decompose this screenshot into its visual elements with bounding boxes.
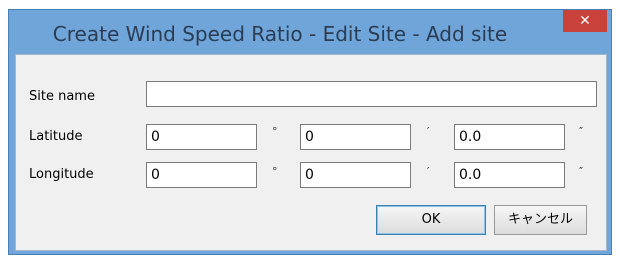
dialog-body: Site name Latitude 0 ° 0 ′ 0.0 ″ Longitu…	[15, 54, 607, 251]
window-title: Create Wind Speed Ratio - Edit Site - Ad…	[52, 22, 508, 46]
dialog-window: Create Wind Speed Ratio - Edit Site - Ad…	[8, 9, 612, 255]
latitude-minutes-input[interactable]: 0	[300, 124, 411, 150]
longitude-second-unit: ″	[579, 165, 584, 178]
close-icon: ✕	[579, 13, 591, 29]
cancel-button[interactable]: キャンセル	[494, 205, 587, 235]
site-name-label: Site name	[29, 89, 95, 104]
title-bar[interactable]: Create Wind Speed Ratio - Edit Site - Ad…	[9, 10, 611, 54]
latitude-label: Latitude	[29, 129, 83, 144]
longitude-minute-unit: ′	[427, 165, 430, 178]
latitude-seconds-input[interactable]: 0.0	[454, 124, 565, 150]
ok-button[interactable]: OK	[376, 205, 486, 235]
latitude-degrees-input[interactable]: 0	[146, 124, 257, 150]
latitude-minute-unit: ′	[427, 125, 430, 138]
longitude-degrees-input[interactable]: 0	[146, 162, 257, 188]
longitude-degree-unit: °	[272, 165, 278, 178]
longitude-label: Longitude	[29, 167, 94, 182]
latitude-second-unit: ″	[579, 125, 584, 138]
longitude-minutes-input[interactable]: 0	[300, 162, 411, 188]
site-name-input[interactable]	[146, 81, 597, 107]
latitude-degree-unit: °	[272, 125, 278, 138]
longitude-seconds-input[interactable]: 0.0	[454, 162, 565, 188]
close-button[interactable]: ✕	[563, 10, 607, 32]
